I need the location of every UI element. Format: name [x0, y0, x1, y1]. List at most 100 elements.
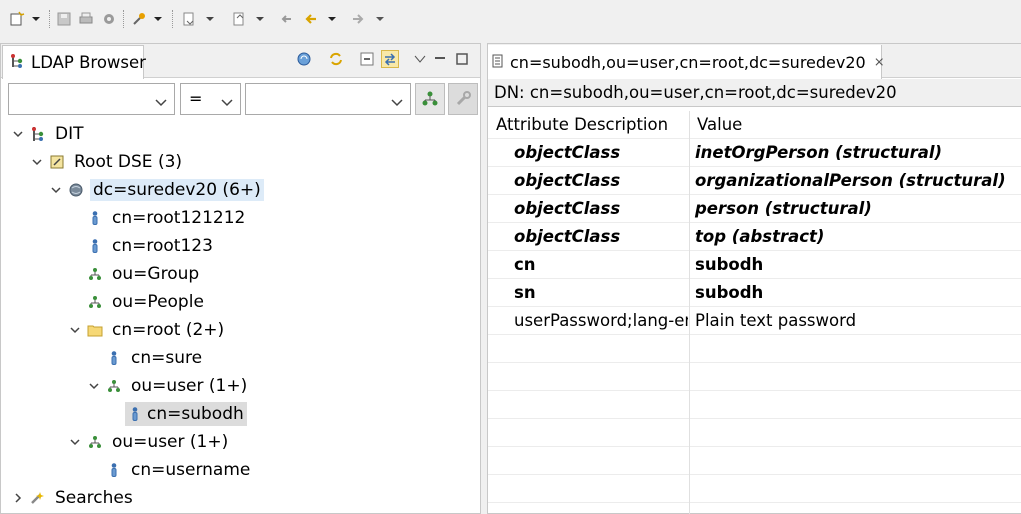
run-search-button[interactable] — [415, 83, 445, 115]
attribute-cell: cn — [514, 255, 536, 274]
print-icon[interactable] — [77, 10, 95, 28]
folder-icon — [87, 322, 103, 338]
table-row[interactable]: objectClass person (structural) — [488, 195, 1021, 223]
tab-ldap-browser[interactable]: LDAP Browser — [2, 45, 146, 79]
forward-icon[interactable] — [349, 10, 367, 28]
table-row[interactable]: objectClass top (abstract) — [488, 223, 1021, 251]
table-row[interactable]: sn subodh — [488, 279, 1021, 307]
minimize-icon[interactable] — [431, 50, 449, 68]
chevron-down-icon — [390, 93, 404, 112]
tree-item-label: cn=subodh — [144, 402, 247, 426]
value-cell[interactable]: inetOrgPerson (structural) — [695, 143, 942, 162]
value-cell[interactable]: subodh — [695, 283, 763, 302]
tree-item-root-dse[interactable]: Root DSE (3) — [30, 149, 185, 175]
chevron-down-icon[interactable] — [11, 127, 25, 141]
person-icon — [87, 238, 103, 254]
group-icon — [87, 434, 103, 450]
tree-item-cn-sure[interactable]: cn=sure — [106, 345, 205, 371]
attribute-cell: objectClass — [514, 143, 621, 162]
clear-search-button[interactable] — [448, 83, 478, 115]
close-icon[interactable]: ⨯ — [874, 55, 885, 70]
column-header-value[interactable]: Value — [697, 115, 742, 134]
value-cell[interactable]: subodh — [695, 255, 763, 274]
operator-combo[interactable]: = — [180, 83, 241, 115]
chevron-down-icon[interactable] — [49, 183, 63, 197]
wrench-icon — [456, 91, 471, 106]
pin-icon[interactable] — [130, 10, 148, 28]
person-icon — [106, 462, 122, 478]
tree-item-label: DIT — [55, 124, 84, 144]
entry-editor-icon — [492, 53, 504, 72]
attribute-combo[interactable] — [8, 83, 175, 115]
value-combo[interactable] — [245, 83, 411, 115]
tree-item-ou-people[interactable]: ou=People — [87, 289, 207, 315]
view-menu-icon[interactable] — [411, 50, 429, 68]
tab-entry-editor-label: cn=subodh,ou=user,cn=root,dc=suredev20 — [510, 52, 866, 72]
attributes-table: Attribute Description Value objectClass … — [488, 111, 1021, 514]
attribute-cell: userPassword;lang-en- — [514, 311, 688, 330]
tree-item-cn-root123[interactable]: cn=root123 — [87, 233, 216, 259]
empty-row — [488, 447, 1021, 475]
table-row[interactable]: userPassword;lang-en- Plain text passwor… — [488, 307, 1021, 335]
chevron-down-icon[interactable] — [68, 435, 82, 449]
back-dropdown-icon[interactable] — [326, 10, 338, 28]
next-dropdown-icon[interactable] — [204, 10, 216, 28]
column-header-attribute[interactable]: Attribute Description — [496, 115, 670, 134]
prev-annotation-icon[interactable] — [230, 10, 248, 28]
collapse-all-icon[interactable] — [358, 50, 376, 68]
tree-item-label: ou=Group — [112, 264, 200, 284]
tree-item-ou-user-nested[interactable]: ou=user (1+) — [87, 373, 250, 399]
chevron-right-icon[interactable] — [11, 491, 25, 505]
group-icon — [106, 378, 122, 394]
link-with-editor-icon[interactable] — [295, 50, 313, 68]
tree-item-cn-root[interactable]: cn=root (2+) — [68, 317, 227, 343]
refresh-icon[interactable] — [327, 50, 345, 68]
chevron-down-icon[interactable] — [87, 379, 101, 393]
tree-item-cn-subodh[interactable]: cn=subodh — [125, 401, 247, 427]
tree-item-label: cn=root (2+) — [112, 320, 225, 340]
save-icon[interactable] — [55, 10, 73, 28]
prev-dropdown-icon[interactable] — [254, 10, 266, 28]
tree-item-dc-suredev20[interactable]: dc=suredev20 (6+) — [49, 177, 264, 203]
ldap-browser-icon — [9, 53, 25, 73]
column-divider[interactable] — [689, 111, 690, 514]
chevron-down-icon[interactable] — [68, 323, 82, 337]
app-window: LDAP Browser = DIT Root DSE (3) dc=sured… — [0, 0, 1021, 514]
table-row[interactable]: objectClass organizationalPerson (struct… — [488, 167, 1021, 195]
tree-item-label: dc=suredev20 (6+) — [90, 179, 264, 201]
tree-item-label: Searches — [55, 488, 133, 508]
empty-row — [488, 391, 1021, 419]
settings-icon[interactable] — [100, 10, 118, 28]
tree-item-ou-group[interactable]: ou=Group — [87, 261, 202, 287]
new-icon[interactable] — [8, 10, 26, 28]
empty-row — [488, 335, 1021, 363]
tree-item-cn-username[interactable]: cn=username — [106, 457, 253, 483]
pin-dropdown-icon[interactable] — [152, 10, 164, 28]
back-icon[interactable] — [302, 10, 320, 28]
table-row[interactable]: objectClass inetOrgPerson (structural) — [488, 139, 1021, 167]
tree-item-dit[interactable]: DIT — [11, 121, 87, 147]
link-icon[interactable] — [381, 50, 399, 68]
value-cell[interactable]: Plain text password — [695, 311, 856, 330]
next-annotation-icon[interactable] — [180, 10, 198, 28]
tree-item-cn-root121212[interactable]: cn=root121212 — [87, 205, 248, 231]
forward-dropdown-icon[interactable] — [374, 10, 386, 28]
maximize-icon[interactable] — [453, 50, 471, 68]
tree-item-label: ou=user (1+) — [131, 376, 248, 396]
value-cell[interactable]: top (abstract) — [695, 227, 824, 246]
new-dropdown-icon[interactable] — [30, 10, 42, 28]
chevron-down-icon[interactable] — [30, 155, 44, 169]
empty-row — [488, 363, 1021, 391]
tree-item-label: cn=sure — [131, 348, 203, 368]
tree-item-label: Root DSE (3) — [74, 152, 183, 172]
value-cell[interactable]: organizationalPerson (structural) — [695, 171, 1006, 190]
last-edit-icon[interactable] — [278, 10, 296, 28]
chevron-down-icon — [154, 93, 168, 112]
value-cell[interactable]: person (structural) — [695, 199, 872, 218]
tree-item-ou-user[interactable]: ou=user (1+) — [68, 429, 231, 455]
tree-item-searches[interactable]: Searches — [11, 485, 136, 511]
tab-entry-editor[interactable]: cn=subodh,ou=user,cn=root,dc=suredev20 ⨯ — [488, 45, 885, 79]
quick-search-bar: = — [1, 79, 480, 121]
table-row[interactable]: cn subodh — [488, 251, 1021, 279]
searches-icon — [30, 490, 46, 506]
